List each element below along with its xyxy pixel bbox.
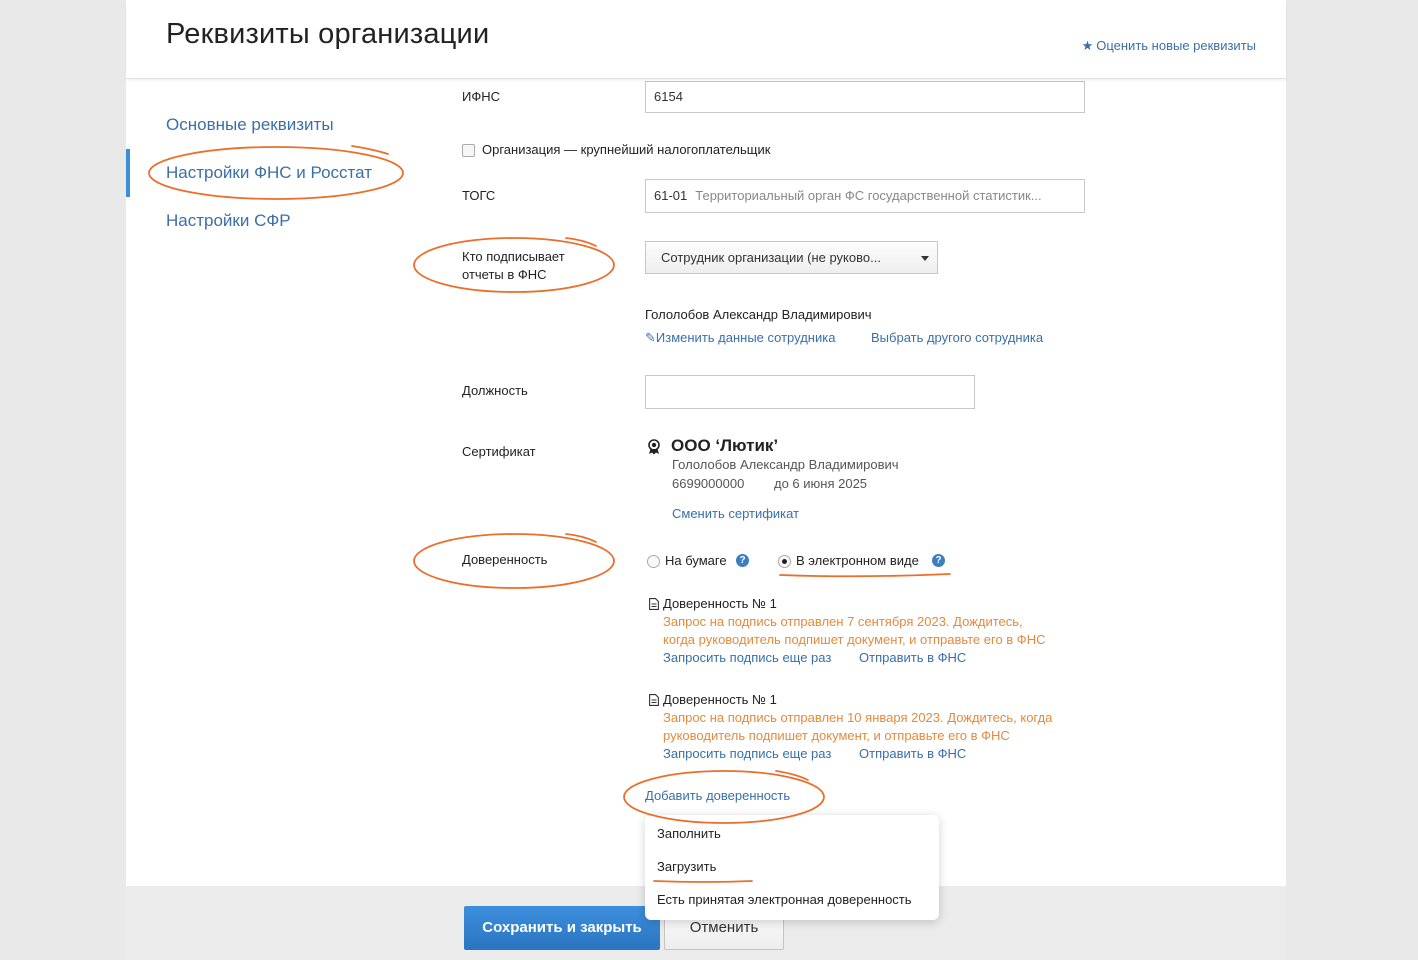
request-signature-link-2[interactable]: Запросить подпись еще раз — [663, 746, 831, 761]
poa-title-2: Доверенность № 1 — [663, 692, 777, 707]
send-to-fns-link-2[interactable]: Отправить в ФНС — [859, 746, 966, 761]
request-signature-link-1[interactable]: Запросить подпись еще раз — [663, 650, 831, 665]
help-icon[interactable]: ? — [932, 554, 945, 567]
sidebar-item-sfr[interactable]: Настройки СФР — [166, 211, 291, 231]
certificate-valid-until: до 6 июня 2025 — [774, 476, 868, 491]
largest-taxpayer-checkbox[interactable] — [462, 144, 475, 157]
certificate-icon — [648, 439, 660, 455]
page-header: Реквизиты организации ★ Оценить новые рек… — [126, 0, 1286, 79]
position-label: Должность — [462, 383, 528, 398]
choose-employee-link[interactable]: Выбрать другого сотрудника — [871, 330, 1043, 345]
certificate-owner: Гололобов Александр Владимирович — [672, 457, 899, 472]
poa-warning-1: Запрос на подпись отправлен 7 сентября 2… — [663, 614, 1046, 647]
certificate-number: 6699000000 — [672, 476, 745, 491]
largest-taxpayer-label: Организация — крупнейший налогоплательщи… — [482, 142, 771, 157]
star-icon: ★ — [1081, 38, 1094, 53]
togs-input[interactable]: 61-01 Территориальный орган ФС государств… — [645, 179, 1085, 213]
change-certificate-link[interactable]: Сменить сертификат — [672, 506, 799, 521]
document-icon — [649, 694, 659, 706]
sidebar-item-fns-rosstat[interactable]: Настройки ФНС и Росстат — [166, 163, 372, 183]
togs-label: ТОГС — [462, 188, 496, 203]
employee-name: Гололобов Александр Владимирович — [645, 307, 872, 322]
togs-code: 61-01 — [654, 188, 688, 203]
ifns-label: ИФНС — [462, 89, 501, 104]
electronic-radio[interactable] — [778, 555, 791, 568]
togs-name: Территориальный орган ФС государственной… — [695, 188, 1042, 203]
sidebar-active-indicator — [126, 149, 130, 197]
help-icon[interactable]: ? — [736, 554, 749, 567]
chevron-down-icon — [921, 256, 929, 261]
paper-radio-label: На бумаге — [665, 553, 727, 568]
edit-employee-link[interactable]: ✎Изменить данные сотрудника — [645, 330, 835, 346]
add-power-of-attorney-link[interactable]: Добавить доверенность — [645, 788, 790, 803]
page-title: Реквизиты организации — [166, 18, 490, 50]
pencil-icon: ✎ — [645, 330, 656, 345]
poa-title-1: Доверенность № 1 — [663, 596, 777, 611]
menu-item-fill[interactable]: Заполнить — [657, 826, 721, 841]
menu-item-upload[interactable]: Загрузить — [657, 859, 716, 874]
position-input[interactable] — [645, 375, 975, 409]
menu-item-accepted-electronic-poa[interactable]: Есть принятая электронная доверенность — [657, 892, 912, 907]
signer-label: Кто подписывает отчеты в ФНС — [462, 249, 565, 282]
poa-warning-2: Запрос на подпись отправлен 10 января 20… — [663, 710, 1053, 743]
document-icon — [649, 598, 659, 610]
sidebar-item-main-requisites[interactable]: Основные реквизиты — [166, 115, 334, 135]
save-and-close-button[interactable]: Сохранить и закрыть — [464, 906, 660, 950]
power-of-attorney-label: Доверенность — [462, 552, 548, 567]
certificate-label: Сертификат — [462, 444, 536, 459]
ifns-input[interactable]: 6154 — [645, 81, 1085, 113]
certificate-org: ООО ‘Лютик’ — [671, 436, 779, 455]
add-poa-dropdown-menu: Заполнить Загрузить Есть принятая электр… — [645, 815, 939, 920]
rate-requisites-link[interactable]: ★ Оценить новые реквизиты — [1082, 38, 1256, 54]
send-to-fns-link-1[interactable]: Отправить в ФНС — [859, 650, 966, 665]
paper-radio[interactable] — [647, 555, 660, 568]
signer-select[interactable]: Сотрудник организации (не руково... — [645, 241, 938, 274]
electronic-radio-label: В электронном виде — [796, 553, 919, 568]
requisites-panel: Реквизиты организации ★ Оценить новые рек… — [126, 0, 1286, 960]
